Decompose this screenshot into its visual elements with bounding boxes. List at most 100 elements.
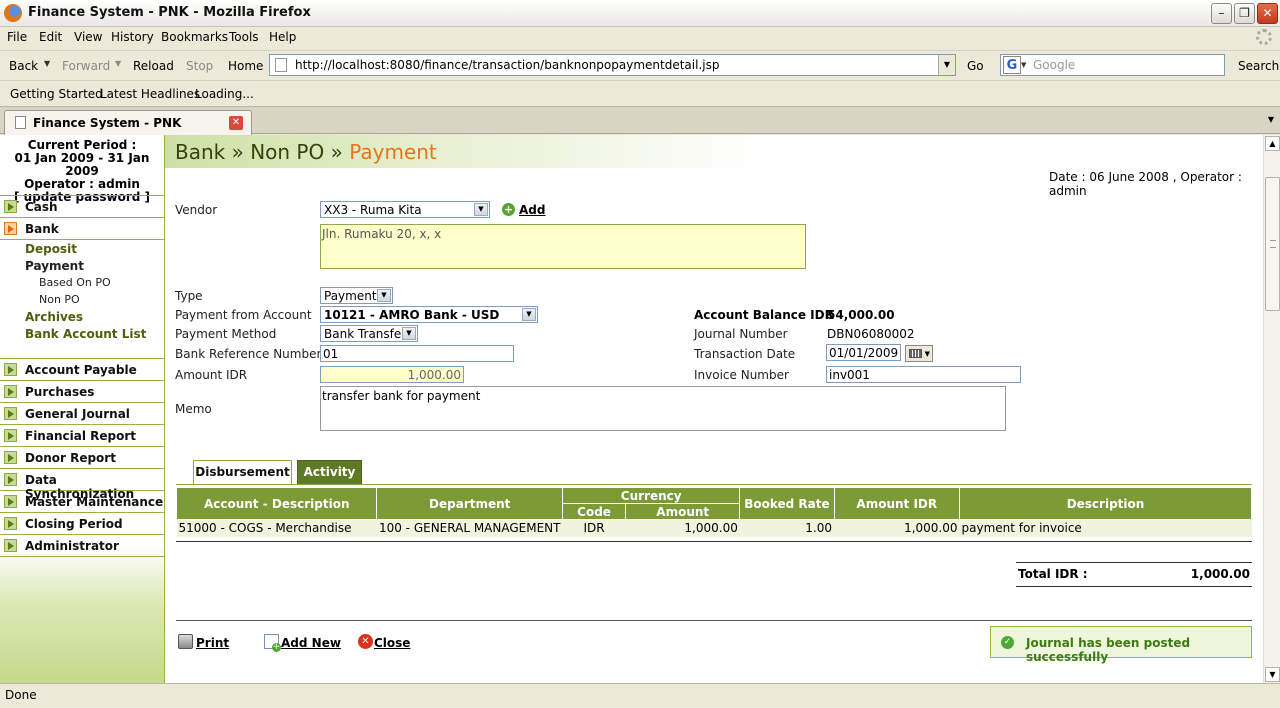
bookmark-loading[interactable]: Loading... [195, 87, 254, 101]
breadcrumb-bank[interactable]: Bank [175, 140, 225, 164]
close-icon[interactable]: ✕ [358, 634, 373, 649]
back-button[interactable]: Back [9, 59, 38, 73]
sidebar-item-donor-report[interactable]: Donor Report [0, 447, 164, 469]
tab-strip: Finance System - PNK ✕ ▼ [0, 106, 1280, 135]
search-input[interactable]: G ▼ Google [1000, 54, 1225, 76]
menu-tools[interactable]: Tools [229, 30, 259, 44]
sidebar-sub-payment[interactable]: Payment [25, 259, 84, 273]
payment-method-value: Bank Transfer [324, 327, 407, 341]
breadcrumb-non-po[interactable]: Non PO [250, 140, 324, 164]
close-link[interactable]: Close [374, 636, 410, 650]
column-header-amount: Amount [625, 503, 741, 520]
chevron-down-icon: ▼ [402, 327, 416, 340]
sidebar-item-bank[interactable]: Bank [0, 218, 164, 240]
url-dropdown-icon[interactable]: ▼ [938, 55, 955, 75]
main-content: Bank » Non PO » Payment Date : 06 June 2… [165, 135, 1263, 683]
go-button[interactable]: Go [967, 59, 984, 73]
scroll-up-icon[interactable]: ▲ [1265, 136, 1280, 151]
sidebar-sub-non-po[interactable]: Non PO [39, 293, 80, 306]
expand-arrow-icon [4, 517, 17, 530]
action-separator [176, 620, 1252, 621]
tab-list-icon[interactable]: ▼ [1268, 115, 1274, 124]
sidebar-sub-based-on-po[interactable]: Based On PO [39, 276, 111, 289]
close-window-button[interactable]: ✕ [1257, 3, 1278, 24]
expand-arrow-icon [4, 429, 17, 442]
sidebar-sub-archives[interactable]: Archives [25, 310, 83, 324]
amount-idr-label: Amount IDR [175, 368, 248, 382]
throbber-icon [1256, 29, 1272, 45]
print-icon[interactable] [178, 634, 193, 649]
sidebar-item-purchases[interactable]: Purchases [0, 381, 164, 403]
menu-bookmarks[interactable]: Bookmarks [161, 30, 228, 44]
bookmark-latest-headlines[interactable]: Latest Headlines [100, 87, 200, 101]
add-vendor-link[interactable]: Add [519, 203, 545, 217]
transaction-date-field[interactable]: 01/01/2009 [826, 344, 901, 361]
add-new-link[interactable]: Add New [281, 636, 341, 650]
close-tab-icon[interactable]: ✕ [229, 116, 243, 130]
menu-help[interactable]: Help [269, 30, 296, 44]
menu-view[interactable]: View [74, 30, 102, 44]
google-icon[interactable]: G [1003, 56, 1021, 74]
minimize-button[interactable]: – [1211, 3, 1232, 24]
stop-button[interactable]: Stop [186, 59, 213, 73]
vertical-scrollbar[interactable]: ▲ ▼ [1263, 135, 1280, 683]
success-message-box: ✓ Journal has been posted successfully [990, 626, 1252, 664]
total-idr-value: 1,000.00 [1190, 567, 1250, 581]
forward-dropdown-icon[interactable]: ▼ [115, 59, 121, 68]
amount-idr-field[interactable]: 1,000.00 [320, 366, 464, 383]
sidebar-item-closing-period[interactable]: Closing Period [0, 513, 164, 535]
sidebar-item-data-synchronization[interactable]: Data Synchronization [0, 469, 164, 501]
page-heading: Bank » Non PO » Payment [165, 135, 1263, 168]
payment-from-account-select[interactable]: 10121 - AMRO Bank - USD ▼ [320, 306, 538, 323]
scroll-down-icon[interactable]: ▼ [1265, 667, 1280, 682]
tab-label: Finance System - PNK [33, 116, 182, 130]
cell-amount: 1,000.00 [625, 519, 740, 537]
vendor-value: XX3 - Ruma Kita [324, 203, 422, 217]
print-link[interactable]: Print [196, 636, 229, 650]
search-engine-dropdown-icon[interactable]: ▼ [1021, 61, 1026, 69]
calendar-icon[interactable]: ▼ [905, 345, 933, 362]
vendor-select[interactable]: XX3 - Ruma Kita ▼ [320, 201, 490, 218]
chevron-down-icon: ▼ [522, 308, 536, 321]
sidebar-item-label: Closing Period [25, 517, 123, 531]
payment-method-select[interactable]: Bank Transfer ▼ [320, 325, 418, 342]
scroll-thumb[interactable] [1265, 177, 1280, 311]
memo-field[interactable]: transfer bank for payment [320, 386, 1006, 431]
tab-disbursement[interactable]: Disbursement [193, 460, 292, 485]
menu-history[interactable]: History [111, 30, 154, 44]
status-text: Done [5, 688, 37, 702]
add-icon[interactable]: + [502, 203, 515, 216]
forward-button[interactable]: Forward [62, 59, 110, 73]
total-top-border [1016, 562, 1252, 563]
sidebar-item-label: Bank [25, 222, 59, 236]
sidebar-sub-deposit[interactable]: Deposit [25, 242, 77, 256]
bookmark-getting-started[interactable]: Getting Started [10, 87, 103, 101]
back-dropdown-icon[interactable]: ▼ [44, 59, 50, 68]
period-range: 01 Jan 2009 - 31 Jan 2009 [14, 151, 150, 178]
add-new-icon[interactable] [264, 634, 281, 652]
invoice-number-field[interactable]: inv001 [826, 366, 1021, 383]
vendor-address-field[interactable]: Jln. Rumaku 20, x, x [320, 224, 806, 269]
sidebar-item-account-payable[interactable]: Account Payable [0, 359, 164, 381]
menu-file[interactable]: File [7, 30, 27, 44]
bank-reference-field[interactable]: 01 [320, 345, 514, 362]
sidebar-item-financial-report[interactable]: Financial Report [0, 425, 164, 447]
table-row[interactable]: 51000 - COGS - Merchandise 100 - GENERAL… [176, 519, 1252, 537]
sidebar-item-administrator[interactable]: Administrator [0, 535, 164, 557]
menu-edit[interactable]: Edit [39, 30, 62, 44]
home-button[interactable]: Home [228, 59, 263, 73]
reload-button[interactable]: Reload [133, 59, 174, 73]
sidebar-item-master-maintenance[interactable]: Master Maintenance [0, 491, 164, 513]
column-header-amount-idr: Amount IDR [833, 487, 961, 520]
sidebar-item-cash[interactable]: Cash [0, 196, 164, 218]
tab-activity[interactable]: Activity [297, 460, 362, 485]
search-button[interactable]: Search [1238, 59, 1279, 73]
sidebar-item-general-journal[interactable]: General Journal [0, 403, 164, 425]
browser-tab[interactable]: Finance System - PNK ✕ [4, 110, 252, 135]
column-header-code: Code [561, 503, 627, 520]
type-select[interactable]: Payment ▼ [320, 287, 393, 304]
url-bar[interactable]: http://localhost:8080/finance/transactio… [269, 54, 956, 76]
maximize-button[interactable]: ❐ [1234, 3, 1255, 24]
sidebar-sub-account-list[interactable]: Bank Account List [25, 327, 146, 341]
memo-label: Memo [175, 402, 212, 416]
